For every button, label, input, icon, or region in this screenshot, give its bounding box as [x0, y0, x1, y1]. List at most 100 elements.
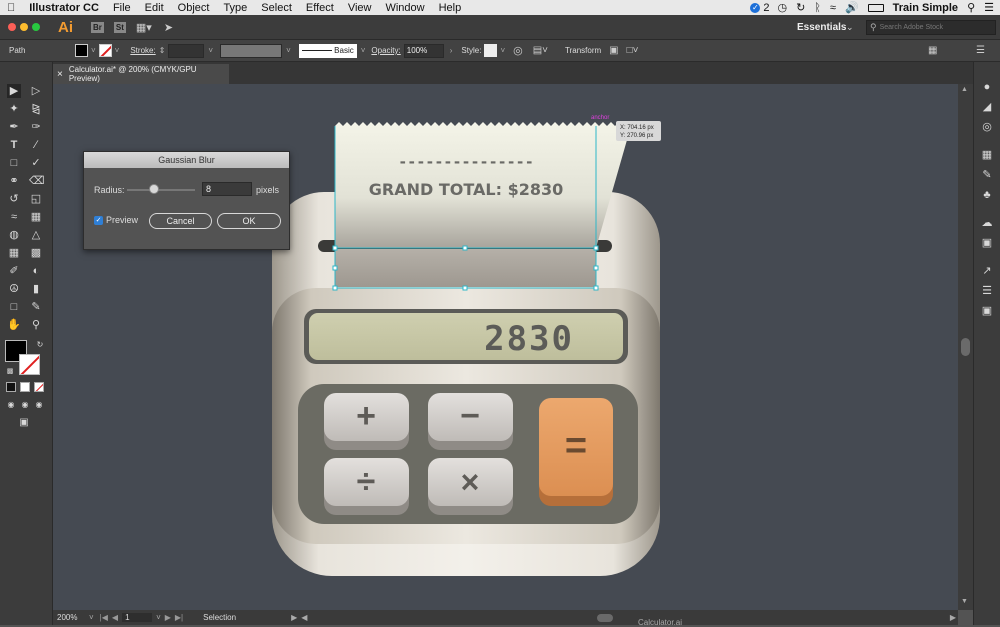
menu-file[interactable]: File: [106, 2, 138, 14]
artboard-canvas[interactable]: 2830 + − ÷ × = --------------- GRAND TOT…: [53, 84, 958, 610]
menu-effect[interactable]: Effect: [299, 2, 341, 14]
lasso-tool-icon[interactable]: ⧎: [29, 102, 43, 116]
perspective-grid-tool-icon[interactable]: △: [29, 228, 43, 242]
cancel-button[interactable]: Cancel: [149, 213, 212, 229]
libraries-panel-icon[interactable]: ☁: [980, 216, 994, 230]
artboard-tool-icon[interactable]: □: [7, 300, 21, 314]
chevron-right-icon[interactable]: ›: [450, 46, 453, 55]
menu-help[interactable]: Help: [432, 2, 469, 14]
workspace-switcher[interactable]: Essentials: [797, 22, 846, 33]
chevron-down-icon[interactable]: ˅: [91, 46, 96, 55]
paintbrush-tool-icon[interactable]: ✓: [29, 156, 43, 170]
chevron-down-icon[interactable]: ˅: [115, 46, 120, 55]
menu-icon[interactable]: ☰: [976, 45, 985, 56]
align-icon[interactable]: ▤˅: [533, 45, 548, 56]
stroke-stepper[interactable]: ⇕: [159, 46, 166, 55]
stock-button[interactable]: St: [113, 21, 126, 33]
chevron-down-icon[interactable]: ˅: [500, 46, 505, 55]
wifi-icon[interactable]: ≈: [830, 2, 836, 14]
column-graph-tool-icon[interactable]: ▮: [29, 282, 43, 296]
magic-wand-tool-icon[interactable]: ✦: [7, 102, 21, 116]
none-mode-icon[interactable]: [34, 382, 44, 392]
radius-input[interactable]: 8: [202, 182, 252, 196]
scale-tool-icon[interactable]: ◱: [29, 192, 43, 206]
swatches-panel-icon[interactable]: ▦: [980, 148, 994, 162]
sync-icon[interactable]: ↻: [796, 1, 805, 14]
color-panel-icon[interactable]: ●: [980, 80, 994, 94]
radius-slider-track[interactable]: [127, 189, 195, 191]
recolor-artwork-icon[interactable]: ◎: [513, 44, 523, 57]
scroll-down-icon[interactable]: ▼: [961, 598, 968, 605]
chevron-down-icon[interactable]: ˅: [208, 46, 213, 55]
chevron-down-icon[interactable]: ⌄: [846, 22, 854, 33]
zoom-window-icon[interactable]: [32, 23, 40, 31]
stroke-label[interactable]: Stroke:: [130, 46, 155, 55]
menu-type[interactable]: Type: [216, 2, 254, 14]
opacity-label[interactable]: Opacity:: [371, 46, 400, 55]
previous-artboard-icon[interactable]: ◀: [112, 613, 118, 622]
slice-tool-icon[interactable]: ✎: [29, 300, 43, 314]
gpu-performance-icon[interactable]: ➤: [164, 21, 173, 34]
draw-normal-icon[interactable]: ◉: [4, 398, 18, 412]
apple-icon[interactable]: : [0, 2, 22, 14]
stroke-weight-field[interactable]: [168, 43, 205, 58]
chevron-down-icon[interactable]: ˅: [89, 613, 94, 622]
isolate-group-icon[interactable]: ▣: [609, 45, 618, 56]
zoom-level-field[interactable]: 200%: [57, 613, 89, 622]
shape-builder-tool-icon[interactable]: ◍: [7, 228, 21, 242]
menu-window[interactable]: Window: [378, 2, 431, 14]
chevron-down-icon[interactable]: ˅: [286, 46, 291, 55]
scroll-thumb[interactable]: [961, 338, 970, 356]
layers-panel-icon[interactable]: ☰: [980, 284, 994, 298]
panel-options-icon[interactable]: ▦: [928, 45, 937, 56]
mesh-tool-icon[interactable]: ▦: [7, 246, 21, 260]
gradient-tool-icon[interactable]: ▩: [29, 246, 43, 260]
curvature-tool-icon[interactable]: ✑: [29, 120, 43, 134]
minimize-window-icon[interactable]: [20, 23, 28, 31]
symbols-panel-icon[interactable]: ♣: [980, 188, 994, 202]
scroll-left-icon[interactable]: ◀: [301, 613, 307, 622]
rotate-tool-icon[interactable]: ↺: [7, 192, 21, 206]
list-icon[interactable]: ☰: [984, 1, 994, 14]
arrange-documents-icon[interactable]: ▦▾: [136, 21, 152, 34]
default-colors-icon[interactable]: ▩: [3, 365, 17, 379]
shaper-tool-icon[interactable]: ⚭: [7, 174, 21, 188]
notification-icon[interactable]: ✓: [750, 2, 761, 13]
radius-slider-thumb[interactable]: [149, 184, 159, 194]
eyedropper-tool-icon[interactable]: ✐: [7, 264, 21, 278]
color-guide-icon[interactable]: ◢: [980, 100, 994, 114]
vertical-scrollbar[interactable]: ▲ ▼: [958, 84, 973, 610]
type-tool-icon[interactable]: T: [7, 138, 21, 152]
current-tool-status[interactable]: Selection: [203, 613, 291, 622]
volume-icon[interactable]: 🔊: [845, 1, 859, 14]
status-menu-icon[interactable]: ▶: [291, 613, 297, 622]
time-machine-icon[interactable]: ◷: [777, 1, 787, 14]
free-transform-tool-icon[interactable]: ▦: [29, 210, 43, 224]
close-tab-icon[interactable]: ×: [57, 69, 63, 80]
last-artboard-icon[interactable]: ▶|: [175, 613, 183, 622]
draw-behind-icon[interactable]: ◉: [18, 398, 32, 412]
artboards-panel-icon[interactable]: ▣: [980, 304, 994, 318]
direct-selection-tool-icon[interactable]: ▷: [29, 84, 43, 98]
screen-mode-icon[interactable]: ▣: [17, 416, 31, 430]
document-tab[interactable]: × Calculator.ai* @ 200% (CMYK/GPU Previe…: [53, 64, 229, 84]
zoom-tool-icon[interactable]: ⚲: [29, 318, 43, 332]
swap-fill-stroke-icon[interactable]: ↻: [33, 338, 47, 352]
stroke-color-swatch[interactable]: [19, 354, 40, 375]
style-swatch[interactable]: [484, 44, 498, 57]
ok-button[interactable]: OK: [217, 213, 281, 229]
stock-search-box[interactable]: ⚲ Search Adobe Stock: [866, 20, 996, 35]
symbol-sprayer-tool-icon[interactable]: ☮: [7, 282, 21, 296]
pen-tool-icon[interactable]: ✒: [7, 120, 21, 134]
scroll-up-icon[interactable]: ▲: [961, 86, 968, 93]
line-tool-icon[interactable]: ∕: [29, 138, 43, 152]
stroke-swatch[interactable]: [98, 44, 112, 57]
menu-select[interactable]: Select: [254, 2, 299, 14]
eraser-tool-icon[interactable]: ⌫: [29, 174, 45, 188]
export-icon[interactable]: ↗: [980, 264, 994, 278]
close-window-icon[interactable]: [8, 23, 16, 31]
gradient-mode-icon[interactable]: [20, 382, 30, 392]
app-menu[interactable]: Illustrator CC: [22, 2, 106, 14]
bluetooth-icon[interactable]: ᚱ: [814, 2, 821, 14]
preview-label[interactable]: Preview: [106, 215, 138, 225]
